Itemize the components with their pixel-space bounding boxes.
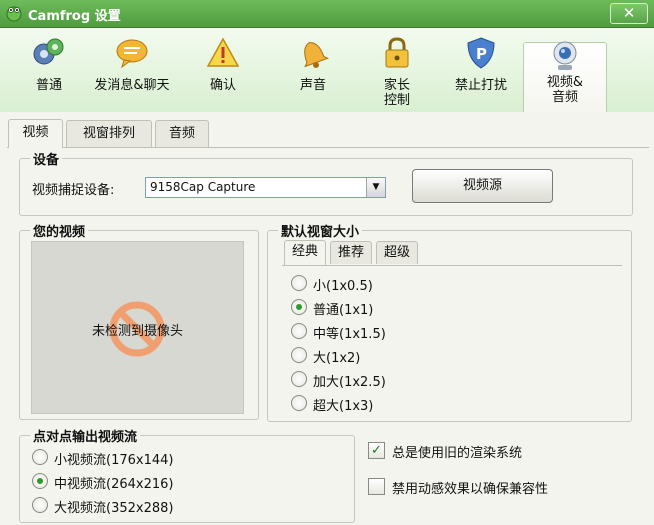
checkmark-icon: ✓ (368, 442, 385, 459)
svg-text:P: P (476, 45, 487, 63)
settings-content: 视频 视窗排列 音频 设备 视频捕捉设备: 9158Cap Capture ▼ … (0, 112, 654, 525)
window-title: Camfrog 设置 (28, 9, 121, 24)
size-option-large[interactable]: 大(1x2) (291, 346, 411, 366)
tab-classic[interactable]: 经典 (284, 240, 326, 265)
your-video-group: 您的视频 未检测到摄像头 (19, 221, 259, 420)
shield-icon: P (467, 37, 495, 69)
category-do-not-disturb[interactable]: P 禁止打扰 (446, 30, 516, 110)
size-option-normal[interactable]: 普通(1x1) (291, 298, 411, 318)
size-option-xlarge[interactable]: 加大(1x2.5) (291, 370, 411, 390)
title-bar: Camfrog 设置 ✕ (0, 0, 654, 28)
capture-device-label: 视频捕捉设备: (32, 183, 115, 198)
category-general[interactable]: 普通 (14, 30, 84, 110)
capture-device-value: 9158Cap Capture (150, 180, 256, 194)
stream-option-large[interactable]: 大视频流(352x288) (32, 496, 232, 516)
webcam-icon (553, 41, 577, 70)
size-option-small[interactable]: 小(1x0.5) (291, 274, 411, 294)
size-tabs: 经典 推荐 超级 (282, 240, 622, 266)
close-icon: ✕ (622, 4, 636, 22)
close-button[interactable]: ✕ (610, 3, 648, 24)
bell-icon (304, 42, 330, 68)
chat-bubble-icon (116, 39, 148, 69)
tab-audio[interactable]: 音频 (155, 120, 209, 147)
default-size-group: 默认视窗大小 经典 推荐 超级 小(1x0.5) 普通(1x1) 中等(1x1.… (267, 221, 632, 422)
category-parental-control[interactable]: 家长 控制 (362, 30, 432, 110)
camfrog-logo-icon (6, 6, 22, 22)
tab-window-layout[interactable]: 视窗排列 (66, 120, 152, 147)
default-size-title: 默认视窗大小 (278, 221, 363, 240)
settings-category-toolbar: 普通 发消息&聊天 确认 声音 家长 控制 P 禁止打扰 视频& 音频 (0, 28, 654, 113)
device-group-title: 设备 (30, 149, 63, 168)
size-option-xxlarge[interactable]: 超大(1x3) (291, 394, 411, 414)
stream-option-small[interactable]: 小视频流(176x144) (32, 448, 232, 468)
video-preview: 未检测到摄像头 (31, 241, 244, 414)
no-camera-text: 未检测到摄像头 (91, 324, 183, 339)
category-sound[interactable]: 声音 (278, 30, 348, 110)
tab-recommended[interactable]: 推荐 (330, 241, 372, 264)
p2p-stream-group: 点对点输出视频流 小视频流(176x144) 中视频流(264x216) 大视频… (19, 426, 355, 523)
device-group: 设备 视频捕捉设备: 9158Cap Capture ▼ 视频源 (19, 149, 633, 216)
legacy-renderer-checkbox[interactable]: ✓ 总是使用旧的渲染系统 (368, 442, 608, 461)
lock-icon (385, 37, 409, 68)
your-video-title: 您的视频 (30, 221, 89, 240)
category-confirm[interactable]: 确认 (188, 30, 258, 110)
warning-icon (206, 37, 240, 67)
p2p-stream-title: 点对点输出视频流 (30, 426, 141, 445)
chevron-down-icon[interactable]: ▼ (366, 178, 385, 197)
tab-divider (7, 147, 649, 148)
category-messaging-chat[interactable]: 发消息&聊天 (84, 30, 180, 110)
tab-video[interactable]: 视频 (8, 119, 63, 148)
video-source-button[interactable]: 视频源 (412, 169, 553, 203)
stream-option-medium[interactable]: 中视频流(264x216) (32, 472, 232, 492)
size-option-medium[interactable]: 中等(1x1.5) (291, 322, 411, 342)
disable-animation-checkbox[interactable]: 禁用动感效果以确保兼容性 (368, 478, 628, 497)
gears-icon (33, 38, 64, 65)
category-video-audio[interactable]: 视频& 音频 (523, 41, 607, 113)
capture-device-select[interactable]: 9158Cap Capture ▼ (145, 177, 386, 198)
tab-super[interactable]: 超级 (376, 241, 418, 264)
